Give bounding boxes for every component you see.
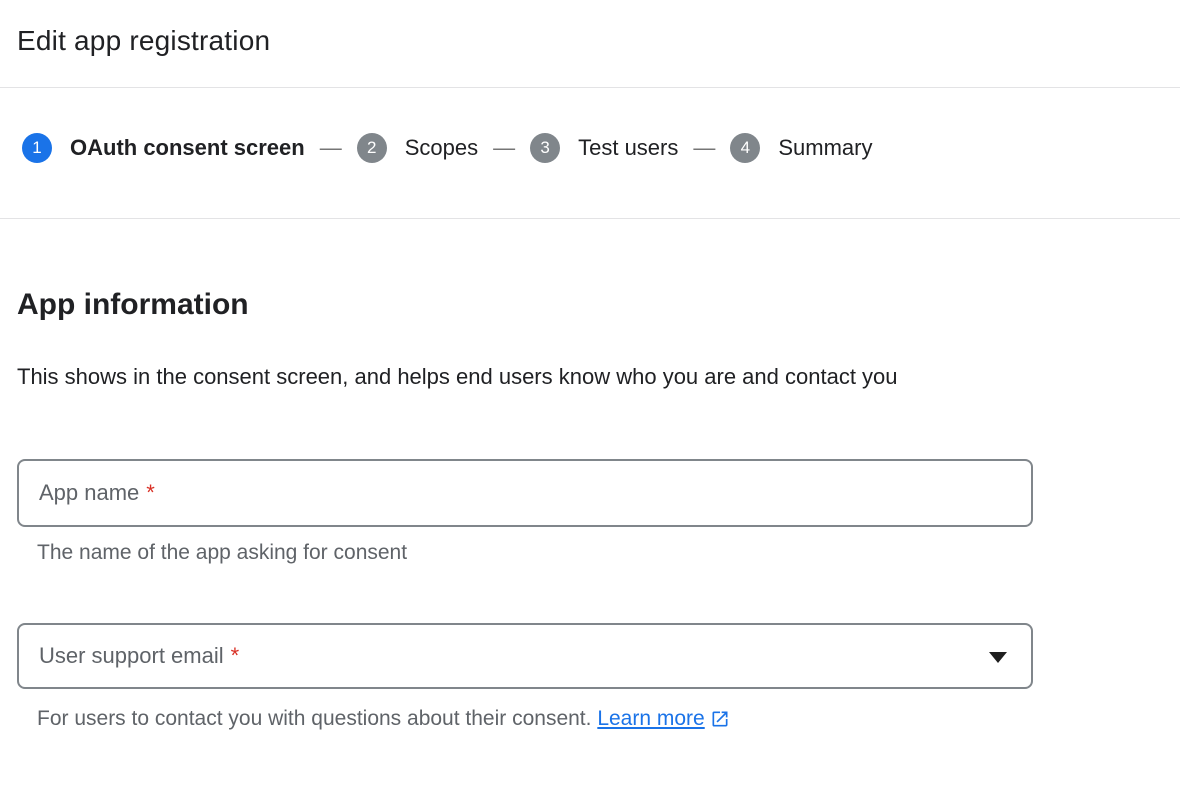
step-1-label: OAuth consent screen [70,135,305,161]
step-4-circle: 4 [730,133,760,163]
page-header: Edit app registration [0,0,1180,58]
edit-app-registration-page: Edit app registration 1 OAuth consent sc… [0,0,1180,810]
step-separator: — [693,135,715,161]
step-4-label: Summary [778,135,872,161]
app-name-field-group: App name * The name of the app asking fo… [17,459,1033,566]
step-summary[interactable]: 4 Summary [730,133,872,163]
step-separator: — [493,135,515,161]
step-oauth-consent-screen[interactable]: 1 OAuth consent screen [22,133,305,163]
step-1-circle: 1 [22,133,52,163]
app-information-section: App information This shows in the consen… [0,219,1180,732]
user-support-email-helper-text: For users to contact you with questions … [37,707,591,730]
step-2-circle: 2 [357,133,387,163]
app-name-required-asterisk: * [146,480,155,506]
step-test-users[interactable]: 3 Test users [530,133,678,163]
section-heading: App information [17,287,1160,323]
user-support-email-field-group: User support email * For users to contac… [17,623,1033,732]
user-support-email-select[interactable]: User support email * [17,623,1033,689]
step-3-circle: 3 [530,133,560,163]
app-name-input[interactable]: App name * [17,459,1033,527]
open-in-new-icon[interactable] [710,709,730,729]
learn-more-link[interactable]: Learn more [597,707,729,730]
step-2-label: Scopes [405,135,478,161]
step-separator: — [320,135,342,161]
step-3-label: Test users [578,135,678,161]
app-name-helper-text: The name of the app asking for consent [37,540,1033,566]
user-support-email-helper: For users to contact you with questions … [37,706,1033,732]
section-description: This shows in the consent screen, and he… [17,359,937,395]
user-support-email-required-asterisk: * [231,643,240,669]
step-scopes[interactable]: 2 Scopes [357,133,478,163]
user-support-email-label: User support email [39,643,224,669]
wizard-stepper: 1 OAuth consent screen — 2 Scopes — 3 Te… [0,88,1180,218]
learn-more-label: Learn more [597,707,704,730]
dropdown-arrow-icon [989,652,1007,663]
app-name-label: App name [39,480,139,506]
page-title: Edit app registration [17,24,1160,58]
